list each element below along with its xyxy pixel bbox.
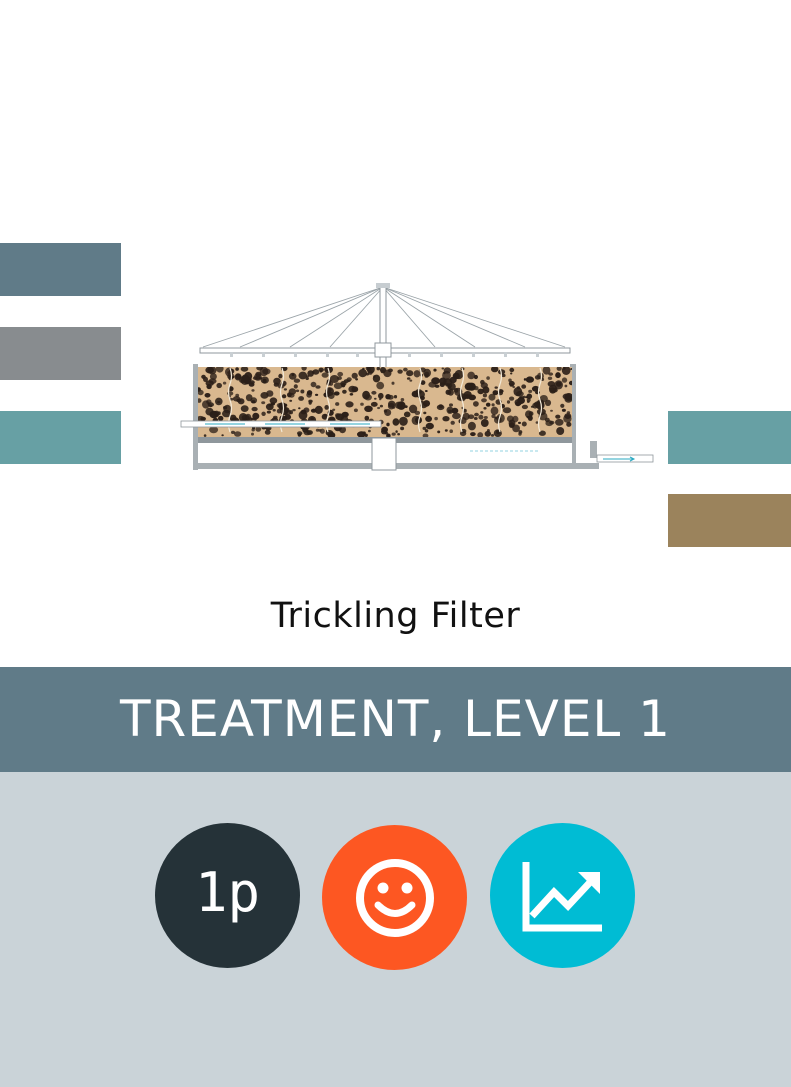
category-band: TREATMENT, LEVEL 1 [0, 667, 791, 772]
players-badge: 1p [155, 823, 300, 968]
trending-up-chart-icon [522, 861, 602, 931]
mood-badge [322, 825, 467, 970]
trickling-filter-illustration [180, 283, 654, 471]
growth-badge [490, 823, 635, 968]
players-count: 1p [194, 861, 261, 924]
left-color-bar-teal [0, 411, 121, 464]
smiley-face-icon [355, 858, 434, 937]
center-well [371, 437, 397, 471]
left-color-bar-gray [0, 327, 121, 380]
card-title: Trickling Filter [270, 596, 521, 636]
category-label: TREATMENT, LEVEL 1 [119, 690, 671, 748]
right-color-bar-bronze [668, 494, 791, 547]
left-color-bar-slate [0, 243, 121, 296]
right-color-bar-teal [668, 411, 791, 464]
